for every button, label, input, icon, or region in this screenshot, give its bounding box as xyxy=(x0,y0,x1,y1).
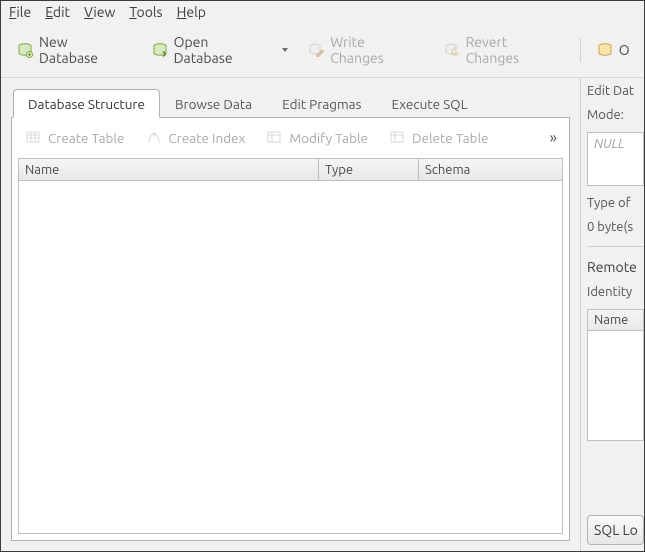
side-panel: Edit Dat Mode: NULL Type of 0 byte(s Rem… xyxy=(581,78,644,551)
open-project-icon xyxy=(597,42,613,58)
cell-type-label: Type of xyxy=(587,196,644,210)
revert-changes-label: Revert Changes xyxy=(466,34,560,66)
menu-view[interactable]: View xyxy=(84,4,115,20)
open-database-label: Open Database xyxy=(174,34,267,66)
structure-toolbar-overflow[interactable]: » xyxy=(545,129,561,147)
write-changes-label: Write Changes xyxy=(330,34,417,66)
menubar: File Edit View Tools Help xyxy=(1,1,644,23)
menu-edit[interactable]: Edit xyxy=(45,4,70,20)
remote-list-body[interactable] xyxy=(587,331,644,441)
remote-title: Remote xyxy=(587,259,644,275)
cell-size-label: 0 byte(s xyxy=(587,220,644,234)
col-header-type[interactable]: Type xyxy=(319,159,419,180)
menu-file[interactable]: File xyxy=(9,4,31,20)
main-toolbar: New Database Open Database Write Changes… xyxy=(1,23,644,78)
identity-label: Identity xyxy=(587,285,644,299)
create-index-button: Create Index xyxy=(140,126,251,150)
revert-changes-icon xyxy=(444,42,460,58)
db-structure-panel: Create Table Create Index Modify Table D… xyxy=(11,118,570,541)
sql-log-button[interactable]: SQL Lo xyxy=(587,515,644,545)
main-panel: Database Structure Browse Data Edit Prag… xyxy=(1,78,581,551)
new-database-icon xyxy=(17,42,33,58)
open-database-icon xyxy=(152,42,168,58)
mode-label: Mode: xyxy=(587,108,644,122)
delete-table-icon xyxy=(390,130,406,146)
schema-table: Name Type Schema xyxy=(18,158,563,534)
modify-table-button: Modify Table xyxy=(261,126,374,150)
create-index-icon xyxy=(146,130,162,146)
open-database-dropdown-icon[interactable] xyxy=(282,48,288,52)
new-database-label: New Database xyxy=(39,34,126,66)
write-changes-button: Write Changes xyxy=(302,30,423,70)
open-project-button[interactable]: O xyxy=(591,38,634,62)
tabstrip: Database Structure Browse Data Edit Prag… xyxy=(11,88,570,118)
side-separator xyxy=(587,246,644,247)
tab-execute-sql[interactable]: Execute SQL xyxy=(376,89,482,118)
col-header-schema[interactable]: Schema xyxy=(419,159,562,180)
toolbar-right-group: O xyxy=(580,38,634,62)
schema-table-header: Name Type Schema xyxy=(19,159,562,181)
tab-database-structure[interactable]: Database Structure xyxy=(13,89,160,118)
create-table-icon xyxy=(26,130,42,146)
schema-table-body[interactable] xyxy=(19,181,562,533)
tab-edit-pragmas[interactable]: Edit Pragmas xyxy=(267,89,376,118)
tab-browse-data[interactable]: Browse Data xyxy=(160,89,267,118)
create-table-button: Create Table xyxy=(20,126,130,150)
delete-table-button: Delete Table xyxy=(384,126,495,150)
col-header-name[interactable]: Name xyxy=(19,159,319,180)
modify-table-icon xyxy=(267,130,283,146)
open-database-button[interactable]: Open Database xyxy=(146,30,273,70)
write-changes-icon xyxy=(308,42,324,58)
menu-tools[interactable]: Tools xyxy=(129,4,162,20)
open-project-label: O xyxy=(619,42,630,58)
structure-toolbar: Create Table Create Index Modify Table D… xyxy=(12,118,569,158)
menu-help[interactable]: Help xyxy=(177,4,206,20)
remote-col-name[interactable]: Name xyxy=(587,309,644,331)
new-database-button[interactable]: New Database xyxy=(11,30,132,70)
edit-cell-title: Edit Dat xyxy=(587,84,644,98)
revert-changes-button: Revert Changes xyxy=(438,30,566,70)
cell-value-editor[interactable]: NULL xyxy=(587,132,644,186)
null-placeholder: NULL xyxy=(594,137,624,151)
